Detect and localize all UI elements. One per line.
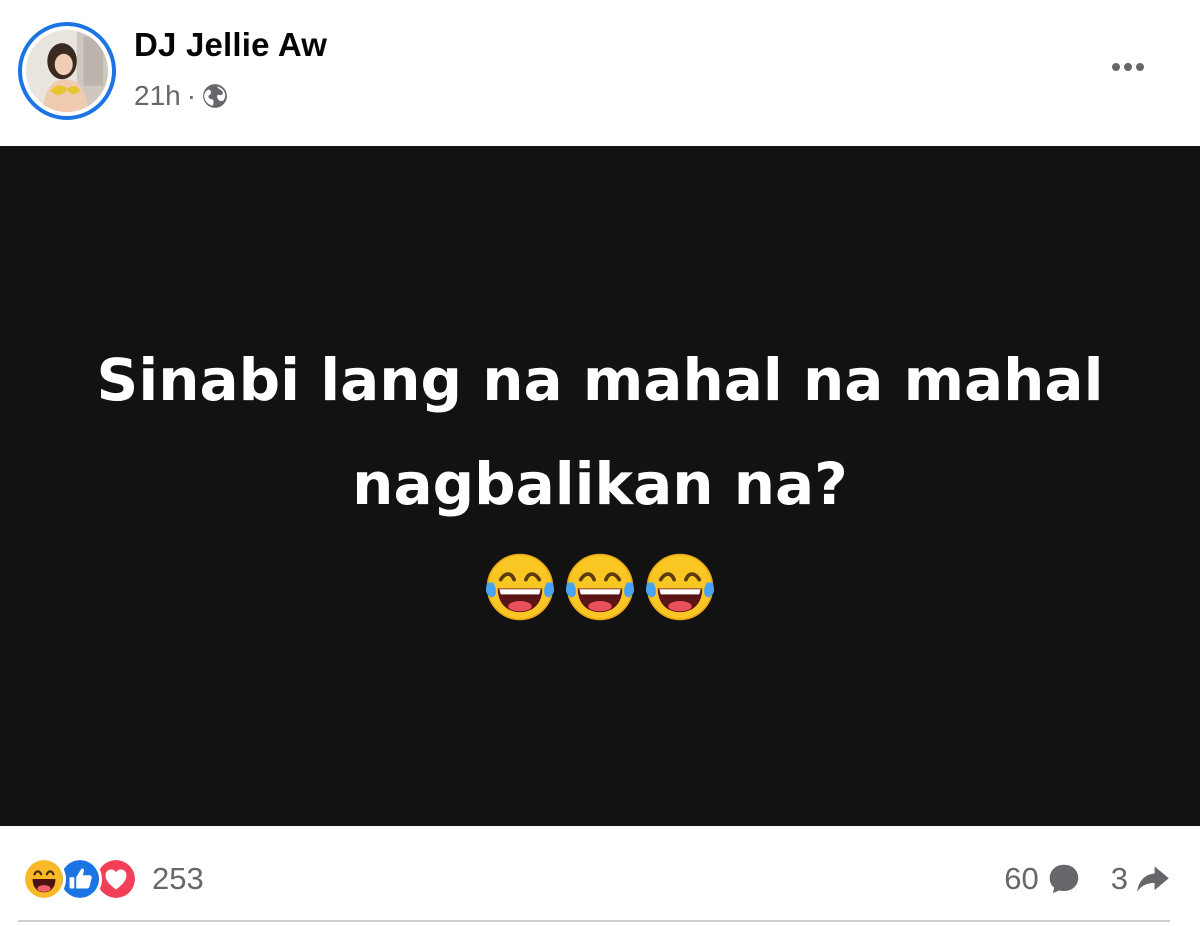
laughing-with-tears-emoji bbox=[645, 554, 715, 621]
engagement-stats: 60 3 bbox=[1004, 856, 1172, 902]
post-text-line1: Sinabi lang na mahal na mahal bbox=[96, 345, 1104, 414]
post-time[interactable]: 21h bbox=[134, 80, 181, 112]
author-name[interactable]: DJ Jellie Aw bbox=[134, 26, 327, 64]
globe-icon bbox=[203, 84, 227, 108]
post-body[interactable]: Sinabi lang na mahal na mahal nagbalikan… bbox=[0, 146, 1200, 826]
more-options-button[interactable] bbox=[1104, 50, 1152, 84]
reactions-summary[interactable]: 253 bbox=[22, 856, 204, 902]
reaction-count: 253 bbox=[152, 861, 204, 896]
comment-icon[interactable] bbox=[1045, 860, 1083, 898]
haha-reaction-icon bbox=[22, 857, 66, 901]
more-options-dot bbox=[1124, 63, 1132, 71]
laughing-with-tears-emoji bbox=[485, 554, 555, 621]
laughing-with-tears-emoji bbox=[565, 554, 635, 621]
post-meta: 21h · bbox=[134, 78, 228, 114]
post-emojis bbox=[483, 550, 717, 624]
post-header: DJ Jellie Aw 21h · bbox=[0, 0, 1200, 146]
avatar-photo bbox=[26, 30, 108, 112]
comment-count[interactable]: 60 bbox=[1004, 861, 1038, 897]
more-options-icon bbox=[1112, 63, 1120, 71]
share-count[interactable]: 3 bbox=[1111, 861, 1128, 897]
footer-divider bbox=[18, 920, 1170, 922]
share-icon[interactable] bbox=[1134, 860, 1172, 898]
avatar[interactable] bbox=[18, 22, 116, 120]
post-footer: 253 60 3 bbox=[0, 826, 1200, 926]
more-options-dot bbox=[1136, 63, 1144, 71]
post-text-line2: nagbalikan na? bbox=[352, 450, 848, 518]
meta-separator: · bbox=[186, 80, 197, 111]
post-text: Sinabi lang na mahal na mahal nagbalikan… bbox=[50, 328, 1150, 537]
